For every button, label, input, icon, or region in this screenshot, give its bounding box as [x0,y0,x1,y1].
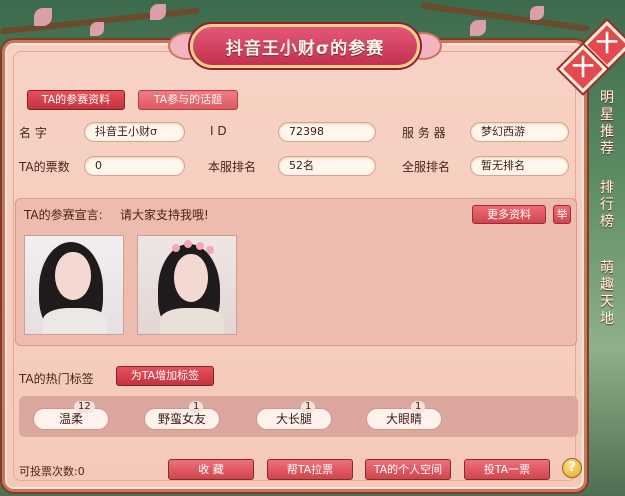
all-rank-label: 全服排名 [402,160,451,174]
name-label: 名 字 [19,126,47,140]
more-info-button[interactable]: 更多资料 [472,205,546,224]
id-field: 72398 [278,122,376,142]
declaration-box: TA的参赛宣言: 请大家支持我哦! 更多资料 举 [15,198,577,346]
tag-item[interactable]: 大长腿 1 [256,401,332,430]
tag-name: 大长腿 [275,412,312,426]
title-banner: 抖音王小财σ的参赛 [190,24,420,68]
all-rank-field: 暂无排名 [470,156,569,176]
votes-field: 0 [84,156,185,176]
server-field: 梦幻西游 [470,122,569,142]
report-button[interactable]: 举 [553,205,571,224]
hot-tags-label: TA的热门标签 [19,372,94,386]
id-label: I D [210,124,227,138]
blossom-decoration [34,8,52,26]
tag-name: 温柔 [58,412,83,426]
tab-topics[interactable]: TA参与的话题 [138,90,238,110]
tag-count: 12 [74,401,95,413]
tag-list: 温柔 12 野蛮女友 1 大长腿 1 大眼睛 1 [19,396,578,437]
canvass-button[interactable]: 帮TA拉票 [267,459,353,480]
tag-item[interactable]: 野蛮女友 1 [144,401,220,430]
vote-button[interactable]: 投TA一票 [464,459,550,480]
tab-contest-profile[interactable]: TA的参赛资料 [27,90,125,110]
contestant-photo[interactable] [137,235,237,335]
collect-button[interactable]: 收 藏 [168,459,254,480]
name-field: 抖音王小财σ [84,122,185,142]
vote-count-label: 可投票次数:0 [19,465,85,478]
side-tab-ranking[interactable]: 排行榜 [596,180,618,231]
blossom-decoration [530,6,544,20]
blossom-decoration [90,22,104,36]
personal-space-button[interactable]: TA的个人空间 [365,459,451,480]
tag-name: 野蛮女友 [157,412,206,426]
side-tab-fun[interactable]: 萌趣天地 [596,260,618,328]
tag-count: 1 [189,401,204,413]
tag-item[interactable]: 温柔 12 [33,401,109,430]
server-label: 服 务 器 [402,126,446,140]
tag-count: 1 [301,401,316,413]
page-title: 抖音王小财σ的参赛 [225,38,385,59]
branch-decoration [420,2,590,32]
tag-count: 1 [411,401,426,413]
tag-item[interactable]: 大眼睛 1 [366,401,442,430]
server-rank-field: 52名 [278,156,376,176]
tag-name: 大眼睛 [385,412,422,426]
declaration-label: TA的参赛宣言: [24,208,103,222]
server-rank-label: 本服排名 [208,160,257,174]
side-tab-star[interactable]: 明星推荐 [596,90,618,158]
declaration-text: 请大家支持我哦! [120,208,209,222]
contestant-photo[interactable] [24,235,124,335]
help-icon[interactable]: ? [562,458,582,478]
blossom-decoration [470,20,486,36]
votes-label: TA的票数 [19,160,70,174]
blossom-decoration [150,4,166,20]
add-tag-button[interactable]: 为TA增加标签 [116,366,214,386]
